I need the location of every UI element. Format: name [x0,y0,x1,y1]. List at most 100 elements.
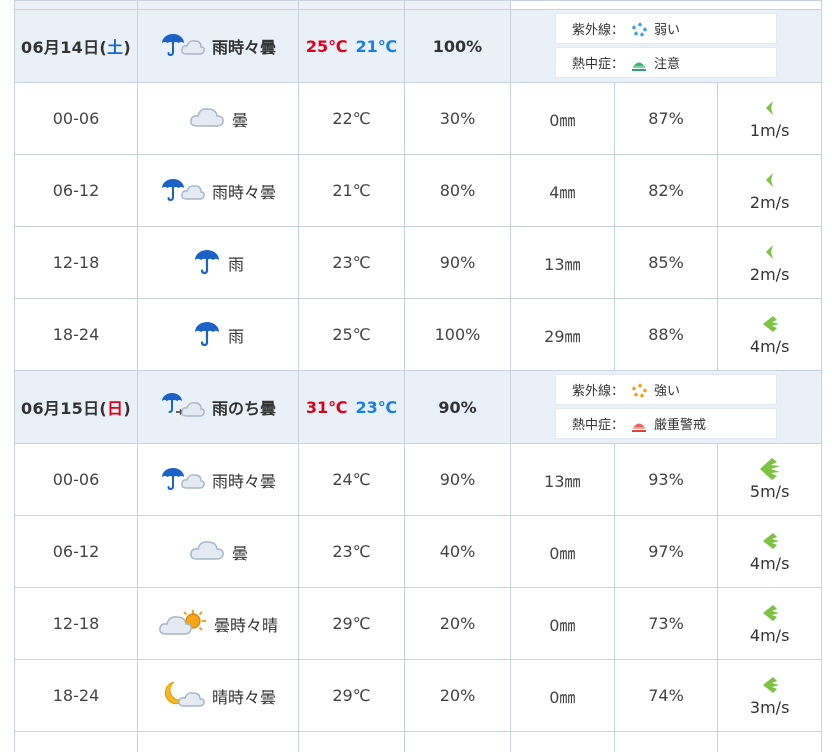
heatstroke-label: 熱中症： [568,414,628,433]
day-summary-row: 06月14日(土)雨時々曇25℃21℃100%紫外線：弱い熱中症：注意 [15,10,822,83]
weather-forecast-table: 06月14日(土) 雨時々曇 25℃21℃ 100% 紫外線：弱い熱中症： 注意 00-06… [14,0,822,752]
hourly-row: 00-06雨時々曇24℃90%13㎜93%5m/s [15,444,822,516]
umbrella-icon [192,246,222,280]
wind-cell: 1m/s [718,83,822,155]
precip-prob-cell: 90% [405,227,511,299]
hourly-row: 00-06曇22℃30%0㎜87%1m/s [15,83,822,155]
day-of-week: 日 [107,399,123,418]
time-cell: 00-06 [15,444,138,516]
rain-sometimes-cloudy-icon [160,175,206,207]
weather-cell: 曇 [138,83,299,155]
temp-cell: 23℃ [299,227,405,299]
wind-arrow-icon [762,169,778,191]
temp-cell: 22℃ [299,83,405,155]
wind-arrow-icon [762,97,778,119]
day-weather-cell: 雨時々曇 [138,10,299,83]
wind-speed: 4m/s [750,337,790,356]
wind-arrow-icon [762,241,778,263]
weather-cell: 雨 [138,227,299,299]
uv-value: 強い [654,380,680,399]
precip-amount-cell: 0㎜ [511,516,615,588]
precip-prob-cell: 20% [405,588,511,660]
time-cell: 12-18 [15,227,138,299]
wind-speed: 4m/s [750,554,790,573]
weather-cell: 雨 [138,299,299,371]
humidity-cell: 88% [614,299,718,371]
weather-cell: 雨時々曇 [138,444,299,516]
heatstroke-label: 熱中症： [568,53,628,72]
weather-forecast-table-wrap: 06月14日(土) 雨時々曇 25℃21℃ 100% 紫外線：弱い熱中症： 注意 00-06… [14,0,822,752]
uv-index-box: 紫外線： 強い [555,374,777,405]
temp-cell: 25℃ [299,299,405,371]
wind-arrow-icon [759,313,781,335]
weather-text: 雨 [228,251,244,275]
wind-speed: 3m/s [750,698,790,717]
wind-cell: 3m/s [718,660,822,732]
date-label: 06月14日(土) [21,38,131,57]
wind-arrow-icon [759,674,781,696]
temp-high: 31℃ [306,398,348,417]
rain-sometimes-cloudy-icon [160,464,206,496]
wind-speed: 5m/s [750,482,790,501]
temp-cell: 29℃ [299,660,405,732]
weather-cell: 晴時々曇 [138,660,299,732]
heat-caution-icon [628,53,650,73]
day-summary-row: 06月15日(日)雨のち曇31℃23℃90%紫外線：強い熱中症：厳重警戒 [15,371,822,444]
precip-prob-cell: 40% [405,516,511,588]
precip-amount-cell: 0㎜ [511,588,615,660]
wind-cell: 4m/s [718,588,822,660]
day-precip-cell: 90% [405,371,511,444]
cloud-icon [188,104,226,134]
wind-speed: 2m/s [750,265,790,284]
temp-cell: 23℃ [299,516,405,588]
heatstroke-value: 注意 [654,53,680,72]
wind-speed: 1m/s [750,121,790,140]
moon-cloud-icon [160,679,206,713]
uv-weak-icon [628,19,650,39]
uv-label: 紫外線： [568,380,628,399]
day-info-cell: 紫外線：弱い熱中症： 注意 [511,10,822,83]
heatstroke-box: 熱中症： 注意 [555,47,777,78]
weather-text: 曇 [232,540,248,564]
wind-cell: 4m/s [718,516,822,588]
weather-text: 曇 [232,107,248,131]
wind-speed: 2m/s [750,193,790,212]
temp-high: 25℃ [306,37,348,56]
precip-amount-cell: 0㎜ [511,660,615,732]
day-weather-text: 雨時々曇 [212,34,276,58]
weather-text: 雨時々曇 [212,179,276,203]
uv-strong-icon [628,380,650,400]
heatstroke-value: 厳重警戒 [654,414,706,433]
time-cell: 06-12 [15,155,138,227]
wind-arrow-icon [759,530,781,552]
wind-arrow-icon [757,458,783,480]
cloud-icon [188,537,226,567]
precip-prob-cell: 100% [405,299,511,371]
humidity-cell: 73% [614,588,718,660]
time-cell: 18-24 [15,660,138,732]
wind-cell: 2m/s [718,155,822,227]
weather-text: 雨時々曇 [212,468,276,492]
humidity-cell: 74% [614,660,718,732]
precip-amount-cell: 29㎜ [511,299,615,371]
weather-cell: 雨時々曇 [138,155,299,227]
day-temp-cell: 25℃21℃ [299,10,405,83]
hourly-row: 12-18曇時々晴29℃20%0㎜73%4m/s [15,588,822,660]
day-precip-prob: 90% [438,398,476,417]
uv-index-box: 紫外線：弱い [555,13,777,44]
cloudy-sometimes-sunny-icon [158,607,208,641]
table-top-edge-row [15,1,822,10]
hourly-row: 18-24晴時々曇29℃20%0㎜74%3m/s [15,660,822,732]
uv-label: 紫外線： [568,19,628,38]
precip-prob-cell: 80% [405,155,511,227]
day-weather-cell: 雨のち曇 [138,371,299,444]
precip-amount-cell: 13㎜ [511,227,615,299]
wind-speed: 4m/s [750,626,790,645]
hourly-row: 06-12曇23℃40%0㎜97%4m/s [15,516,822,588]
rain-sometimes-cloudy-icon [160,30,206,62]
weather-cell: 曇 [138,516,299,588]
date-cell: 06月14日(土) [15,10,138,83]
date-cell: 06月15日(日) [15,371,138,444]
wind-cell: 2m/s [718,227,822,299]
time-cell: 18-24 [15,299,138,371]
